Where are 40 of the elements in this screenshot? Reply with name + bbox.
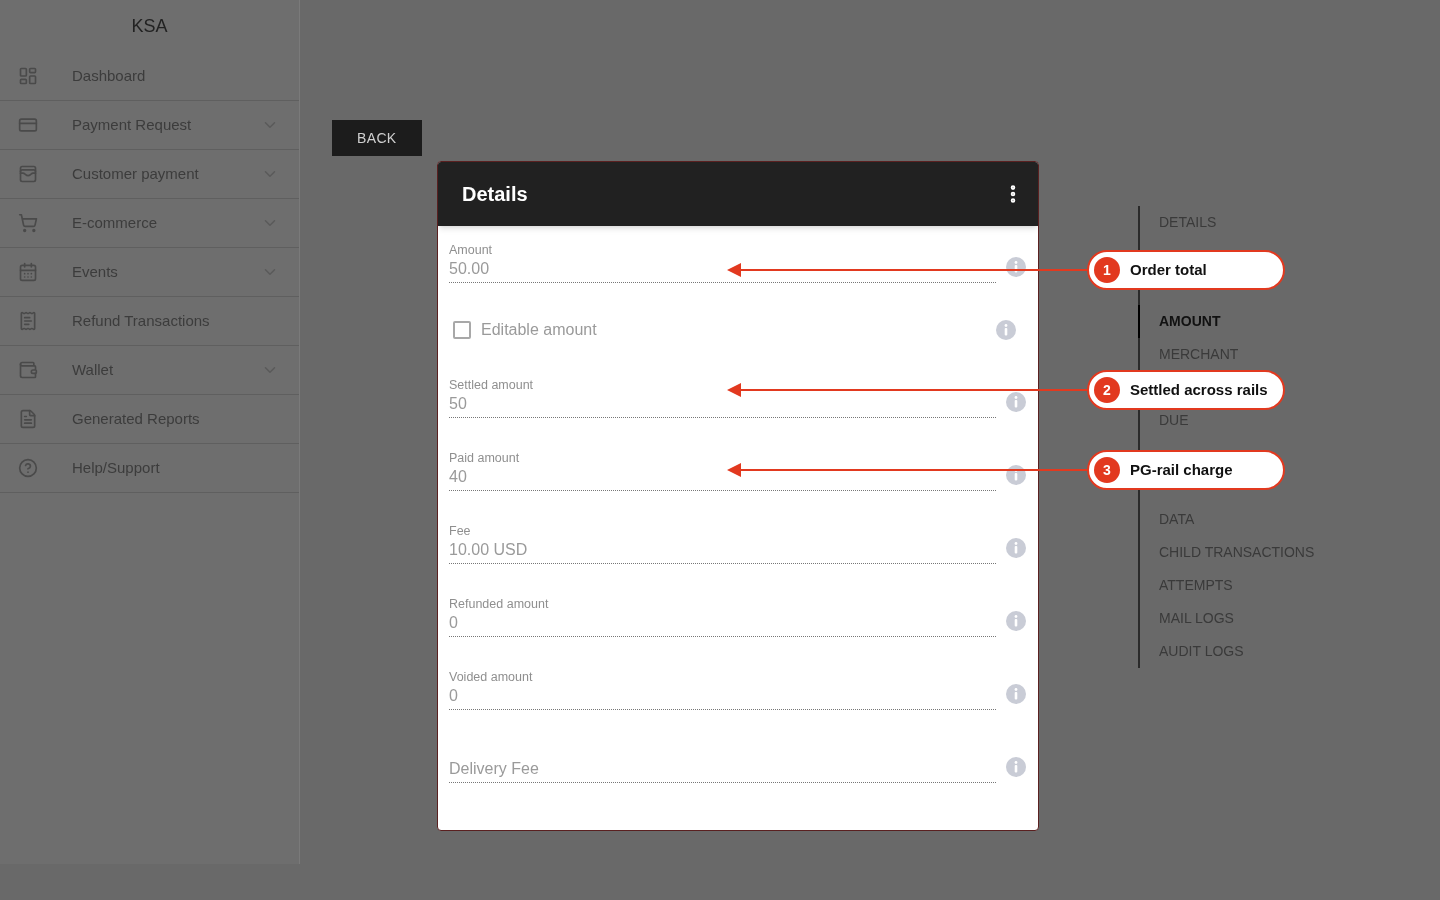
callout-number: 1 — [1094, 257, 1120, 283]
field-label: Settled amount — [449, 377, 534, 393]
input-field[interactable]: Delivery Fee — [449, 758, 749, 780]
field-label: Voided amount — [449, 669, 533, 685]
section-nav-item[interactable]: AMOUNT — [1159, 311, 1221, 332]
field-label: Fee — [449, 523, 471, 539]
field-label: Refunded amount — [449, 596, 549, 612]
callout-number: 3 — [1094, 457, 1120, 483]
info-icon — [1006, 392, 1026, 412]
checkbox-label: Editable amount — [481, 320, 597, 340]
callout-number: 2 — [1094, 377, 1120, 403]
field-label: Amount — [449, 242, 493, 258]
info-icon — [1006, 757, 1026, 777]
field-label: Paid amount — [449, 450, 520, 466]
dashboard-icon — [18, 66, 38, 86]
field-value: 50 — [449, 394, 467, 414]
wallet-icon — [18, 360, 38, 380]
info-icon — [1006, 684, 1026, 704]
document-icon — [18, 409, 38, 429]
callout-text: Settled across rails — [1130, 379, 1268, 400]
info-icon — [996, 320, 1016, 340]
field-value: 40 — [449, 467, 467, 487]
receipt-icon — [18, 311, 38, 331]
callout-text: Order total — [1130, 259, 1207, 280]
calendar-icon — [18, 262, 38, 282]
callout-text: PG-rail charge — [1130, 459, 1233, 480]
field-value: 0 — [449, 686, 458, 706]
wallet-icon — [18, 164, 38, 184]
field-value: 0 — [449, 613, 458, 633]
card-icon — [18, 115, 38, 135]
field-value: 10.00 USD — [449, 540, 528, 560]
card-title: Details — [462, 182, 528, 207]
info-icon — [1006, 538, 1026, 558]
cart-icon — [18, 213, 38, 233]
info-icon — [1006, 611, 1026, 631]
checkbox[interactable] — [453, 321, 471, 339]
app-title: KSA — [131, 14, 168, 38]
back-button[interactable]: BACK — [332, 120, 422, 156]
help-icon — [18, 458, 38, 478]
field-value: 50.00 — [449, 259, 490, 279]
